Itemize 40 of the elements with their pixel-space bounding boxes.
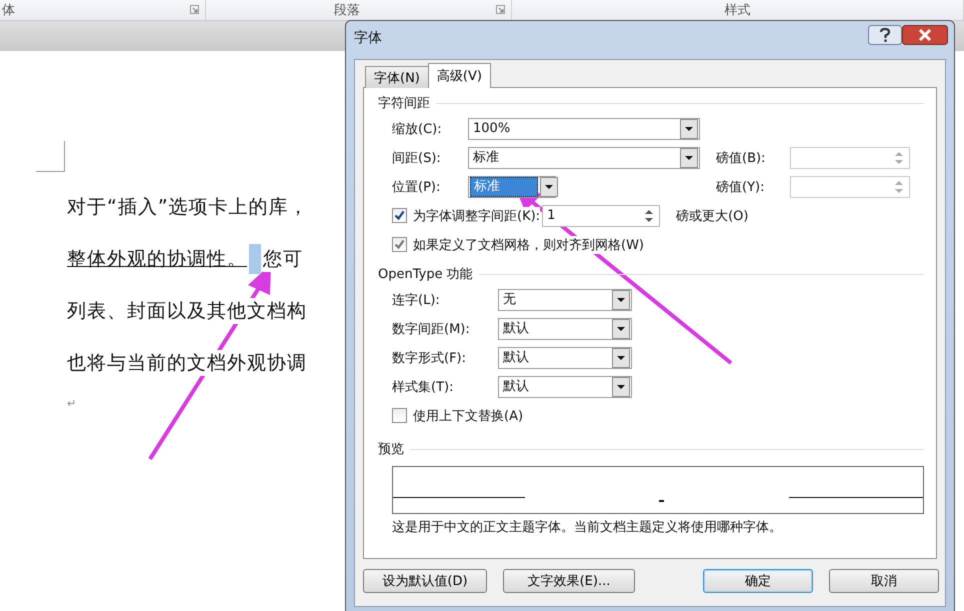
dialog-button[interactable]: 设为默认值(D): [363, 569, 487, 593]
dropdown[interactable]: 标准: [468, 176, 556, 198]
checkbox[interactable]: [392, 237, 407, 252]
dialog-launcher-icon[interactable]: [190, 5, 199, 14]
checkbox-label: 如果定义了文档网格，则对齐到网格(W): [413, 236, 644, 254]
ribbon-group-label: 体: [2, 2, 15, 19]
spin-field[interactable]: [790, 146, 910, 168]
close-icon[interactable]: [902, 25, 948, 45]
dialog-button[interactable]: 确定: [703, 569, 813, 593]
dialog-button[interactable]: 文字效果(E)...: [503, 569, 635, 593]
checkbox-label: 使用上下文替换(A): [413, 406, 524, 424]
window-title: 字体: [354, 29, 382, 47]
preview-note: 这是用于中文的正文主题字体。当前文档主题定义将使用哪种字体。: [392, 519, 783, 536]
section-title: OpenType 功能: [378, 265, 473, 283]
field-label: 磅或更大(O): [676, 206, 748, 224]
margin-corner-mark: [36, 141, 65, 172]
spin-field[interactable]: [790, 176, 910, 198]
help-icon[interactable]: [868, 25, 902, 45]
dropdown[interactable]: 默认: [498, 318, 632, 340]
dropdown[interactable]: 100%: [468, 118, 700, 140]
dialog-launcher-icon[interactable]: [496, 5, 505, 14]
ribbon-group-label: 段落: [334, 2, 360, 19]
dialog-button[interactable]: 取消: [829, 569, 939, 593]
checkbox-label: 为字体调整字间距(K):: [413, 206, 540, 224]
dropdown[interactable]: 默认: [498, 376, 632, 398]
section-title: 字符间距: [378, 94, 430, 112]
document-text: 列表、封面以及其他文档构: [67, 298, 307, 324]
dropdown[interactable]: 标准: [468, 146, 700, 168]
checkbox[interactable]: [392, 408, 407, 423]
tab[interactable]: 高级(V): [428, 63, 491, 88]
field-label: 磅值(Y):: [716, 178, 766, 196]
tab[interactable]: 字体(N): [365, 66, 429, 88]
section-title: 预览: [378, 440, 404, 458]
checkbox[interactable]: [392, 208, 407, 223]
dropdown[interactable]: 无: [498, 288, 632, 310]
dropdown[interactable]: 默认: [498, 346, 632, 368]
spin-field[interactable]: 1: [542, 204, 660, 226]
ribbon-group-label: 样式: [724, 2, 750, 19]
document-text: 也将与当前的文档外观协调: [67, 350, 307, 376]
field-label: 磅值(B):: [716, 150, 766, 166]
